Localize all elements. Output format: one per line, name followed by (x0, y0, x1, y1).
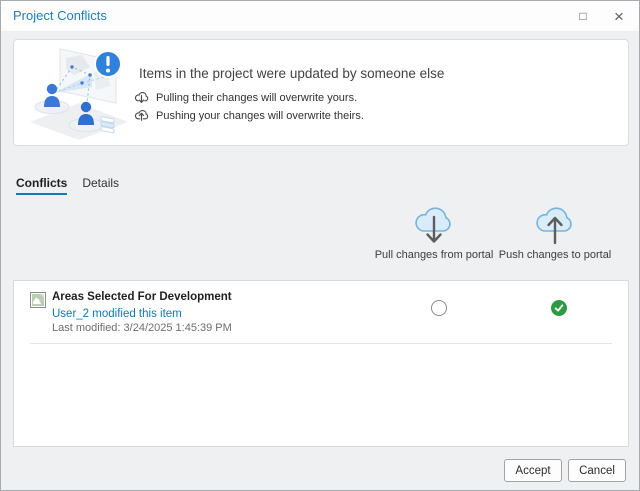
maximize-icon: □ (579, 10, 586, 22)
check-icon (553, 302, 565, 314)
map-item-icon (30, 292, 46, 308)
pull-cloud-icon (412, 205, 456, 247)
tab-details[interactable]: Details (82, 176, 119, 195)
conflict-illustration (24, 45, 134, 141)
push-warning-text: Pushing your changes will overwrite thei… (156, 110, 364, 122)
title-bar: Project Conflicts □ × (1, 1, 639, 31)
window-controls: □ × (565, 1, 637, 31)
tab-bar: Conflicts Details (16, 176, 119, 195)
push-column-label: Push changes to portal (475, 249, 635, 261)
accept-button[interactable]: Accept (504, 459, 562, 482)
pull-warning-text: Pulling their changes will overwrite you… (156, 92, 357, 104)
window-title: Project Conflicts (13, 8, 107, 23)
push-warning-row: Pushing your changes will overwrite thei… (134, 108, 364, 123)
conflicts-list: Areas Selected For Development User_2 mo… (13, 280, 629, 447)
last-modified-text: Last modified: 3/24/2025 1:45:39 PM (52, 322, 232, 334)
project-conflicts-dialog: Project Conflicts □ × (0, 0, 640, 491)
modified-by-link[interactable]: User_2 modified this item (52, 308, 182, 320)
conflict-item-name: Areas Selected For Development (52, 291, 232, 303)
maximize-button[interactable]: □ (565, 1, 601, 31)
pull-radio[interactable] (431, 300, 447, 316)
push-column-header: Push changes to portal (475, 205, 635, 261)
cloud-download-icon (134, 90, 149, 105)
push-radio-selected[interactable] (551, 300, 567, 316)
cancel-button[interactable]: Cancel (568, 459, 626, 482)
info-banner: Items in the project were updated by som… (13, 39, 629, 146)
row-separator (30, 343, 612, 344)
push-cloud-icon (533, 205, 577, 247)
pull-warning-row: Pulling their changes will overwrite you… (134, 90, 357, 105)
tab-conflicts[interactable]: Conflicts (16, 176, 67, 195)
close-icon: × (614, 8, 624, 25)
close-button[interactable]: × (601, 1, 637, 31)
cloud-upload-icon (134, 108, 149, 123)
banner-heading: Items in the project were updated by som… (139, 66, 444, 81)
